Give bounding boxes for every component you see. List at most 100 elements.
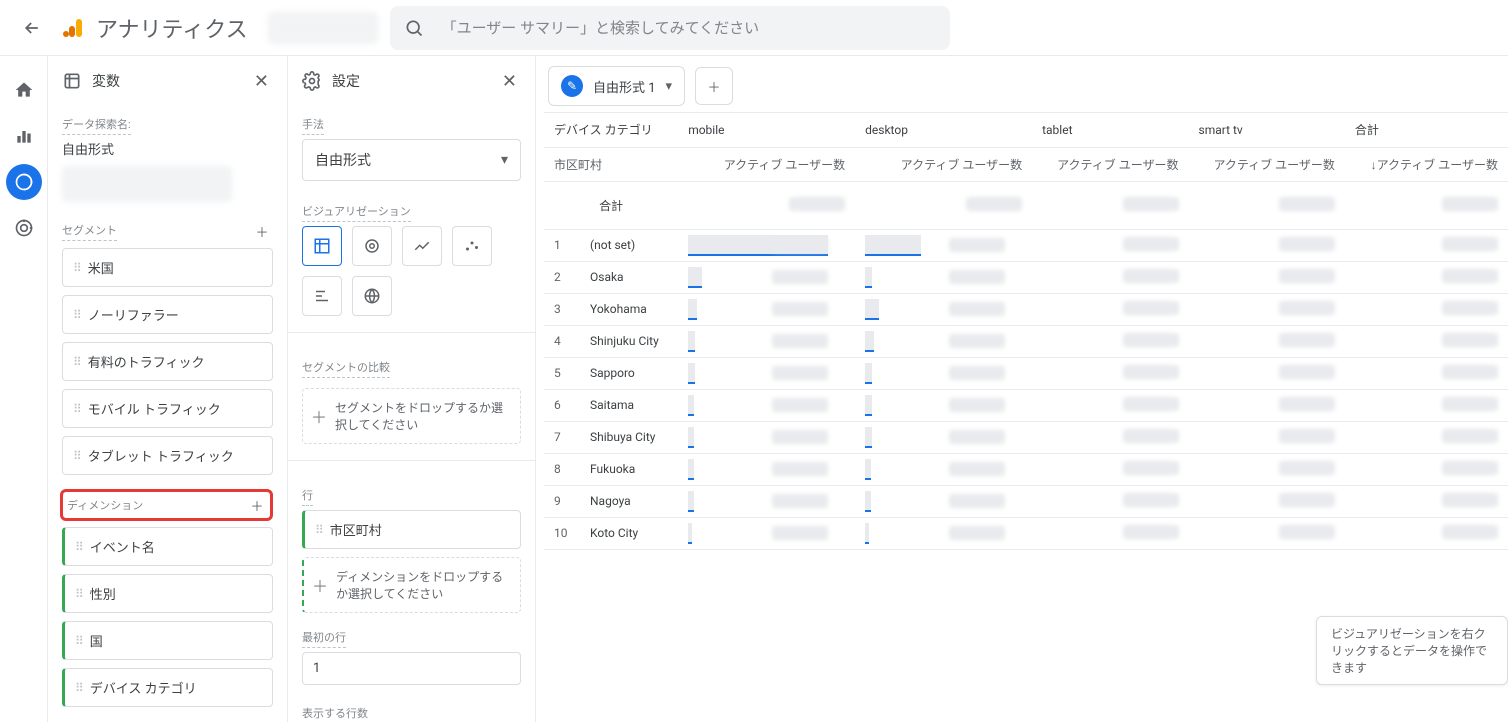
metric-tablet[interactable]: アクティブ ユーザー数 bbox=[1032, 147, 1188, 181]
segment-chip[interactable]: ⠿有料のトラフィック bbox=[62, 342, 273, 381]
table-row[interactable]: 6Saitama bbox=[544, 389, 1508, 421]
exploration-canvas: ✎ 自由形式 1 ▾ ＋ デバイス カテゴリ mobile desktop ta… bbox=[536, 56, 1508, 722]
viz-geo-button[interactable] bbox=[352, 276, 392, 316]
metric-total-sort[interactable]: ↓アクティブ ユーザー数 bbox=[1345, 147, 1508, 181]
add-dimension-button[interactable]: ＋ bbox=[246, 494, 268, 516]
col-city[interactable]: 市区町村 bbox=[544, 147, 678, 181]
cell-total bbox=[1345, 357, 1508, 389]
segments-label: セグメント bbox=[62, 222, 117, 241]
segment-chip-label: ノーリファラー bbox=[88, 305, 179, 324]
explore-name-label: データ探索名: bbox=[62, 116, 131, 135]
first-row-input[interactable]: 1 bbox=[302, 652, 521, 685]
explore-name-value[interactable]: 自由形式 bbox=[62, 139, 273, 158]
exploration-tab[interactable]: ✎ 自由形式 1 ▾ bbox=[548, 66, 685, 106]
metric-desktop[interactable]: アクティブ ユーザー数 bbox=[855, 147, 1032, 181]
canvas-hint-tooltip: ビジュアリゼーションを右クリックするとデータを操作できます bbox=[1316, 616, 1508, 685]
dimension-chip[interactable]: ⠿イベント名 bbox=[62, 527, 273, 566]
table-row[interactable]: 7Shibuya City bbox=[544, 421, 1508, 453]
cell-tablet bbox=[1032, 325, 1188, 357]
col-desktop[interactable]: desktop bbox=[855, 113, 1032, 147]
line-icon bbox=[413, 237, 431, 255]
viz-table-button[interactable] bbox=[302, 226, 342, 266]
variables-title: 変数 bbox=[92, 71, 120, 91]
viz-line-button[interactable] bbox=[402, 226, 442, 266]
row-dimension-dropzone[interactable]: ＋ ディメンションをドロップするか選択してください bbox=[302, 557, 521, 613]
col-smarttv[interactable]: smart tv bbox=[1189, 113, 1345, 147]
search-icon bbox=[404, 18, 424, 38]
technique-select[interactable]: 自由形式 ▾ bbox=[302, 139, 521, 181]
home-icon bbox=[14, 80, 34, 100]
nav-explore[interactable] bbox=[6, 164, 42, 200]
table-icon bbox=[313, 237, 331, 255]
cell-desktop bbox=[865, 331, 1005, 351]
segment-chip[interactable]: ⠿米国 bbox=[62, 248, 273, 287]
cell-total bbox=[1345, 421, 1508, 453]
row-city: Yokohama bbox=[580, 293, 678, 325]
total-desktop-value bbox=[966, 197, 1022, 211]
row-city: Saitama bbox=[580, 389, 678, 421]
nav-advertising[interactable] bbox=[6, 210, 42, 246]
account-selector[interactable] bbox=[268, 12, 378, 44]
dimension-chip[interactable]: ⠿性別 bbox=[62, 574, 273, 613]
viz-bar-button[interactable] bbox=[302, 276, 342, 316]
search-input[interactable]: 「ユーザー サマリー」と検索してみてください bbox=[390, 6, 950, 50]
col-tablet[interactable]: tablet bbox=[1032, 113, 1188, 147]
total-smarttv-value bbox=[1279, 197, 1335, 211]
segment-chip[interactable]: ⠿タブレット トラフィック bbox=[62, 436, 273, 475]
table-row[interactable]: 4Shinjuku City bbox=[544, 325, 1508, 357]
table-row[interactable]: 2Osaka bbox=[544, 261, 1508, 293]
viz-donut-button[interactable] bbox=[352, 226, 392, 266]
metric-mobile[interactable]: アクティブ ユーザー数 bbox=[678, 147, 855, 181]
table-row[interactable]: 9Nagoya bbox=[544, 485, 1508, 517]
target-icon bbox=[14, 218, 34, 238]
grip-icon: ⠿ bbox=[75, 587, 82, 601]
row-index: 9 bbox=[544, 485, 580, 517]
row-index: 4 bbox=[544, 325, 580, 357]
search-placeholder: 「ユーザー サマリー」と検索してみてください bbox=[442, 17, 760, 38]
total-mobile-value bbox=[789, 197, 845, 211]
segment-dropzone[interactable]: ＋ セグメントをドロップするか選択してください bbox=[302, 388, 521, 444]
cell-tablet bbox=[1032, 293, 1188, 325]
nav-reports[interactable] bbox=[6, 118, 42, 154]
table-row[interactable]: 1(not set) bbox=[544, 229, 1508, 261]
row-dimension-chip[interactable]: ⠿ 市区町村 bbox=[302, 510, 521, 549]
viz-scatter-button[interactable] bbox=[452, 226, 492, 266]
back-button[interactable] bbox=[12, 8, 52, 48]
left-nav bbox=[0, 56, 48, 722]
nav-home[interactable] bbox=[6, 72, 42, 108]
table-row[interactable]: 10Koto City bbox=[544, 517, 1508, 549]
table-row[interactable]: 5Sapporo bbox=[544, 357, 1508, 389]
product-name: アナリティクス bbox=[96, 12, 248, 44]
row-drop-text: ディメンションをドロップするか選択してください bbox=[336, 568, 512, 602]
col-device-category[interactable]: デバイス カテゴリ bbox=[544, 113, 678, 147]
col-mobile[interactable]: mobile bbox=[678, 113, 855, 147]
cell-desktop bbox=[865, 491, 1005, 511]
close-variables-button[interactable]: ✕ bbox=[250, 67, 273, 96]
add-dimension-highlight: ディメンション ＋ bbox=[60, 489, 273, 521]
dimension-chip-label: 国 bbox=[90, 631, 103, 650]
segment-chip[interactable]: ⠿ノーリファラー bbox=[62, 295, 273, 334]
viz-label: ビジュアリゼーション bbox=[302, 203, 411, 222]
col-total[interactable]: 合計 bbox=[1345, 113, 1508, 147]
dimension-chip[interactable]: ⠿デバイス カテゴリ bbox=[62, 668, 273, 707]
segment-chip[interactable]: ⠿モバイル トラフィック bbox=[62, 389, 273, 428]
metric-smarttv[interactable]: アクティブ ユーザー数 bbox=[1189, 147, 1345, 181]
settings-panel: 設定 ✕ 手法 自由形式 ▾ ビジュアリゼーション bbox=[288, 56, 536, 722]
table-row[interactable]: 3Yokohama bbox=[544, 293, 1508, 325]
close-settings-button[interactable]: ✕ bbox=[498, 67, 521, 96]
dimension-chip[interactable]: ⠿国 bbox=[62, 621, 273, 660]
add-segment-button[interactable]: ＋ bbox=[251, 220, 273, 242]
settings-title: 設定 bbox=[332, 71, 360, 91]
cell-tablet bbox=[1032, 389, 1188, 421]
rows-section-label: 行 bbox=[302, 487, 313, 506]
cell-smarttv bbox=[1189, 357, 1345, 389]
table-row[interactable]: 8Fukuoka bbox=[544, 453, 1508, 485]
grip-icon: ⠿ bbox=[315, 523, 322, 537]
total-row-label: 合計 bbox=[544, 181, 678, 229]
cell-total bbox=[1345, 517, 1508, 549]
dimension-chip-label: デバイス カテゴリ bbox=[90, 678, 197, 697]
grip-icon: ⠿ bbox=[75, 634, 82, 648]
add-tab-button[interactable]: ＋ bbox=[695, 67, 733, 105]
data-table[interactable]: デバイス カテゴリ mobile desktop tablet smart tv… bbox=[544, 113, 1508, 550]
date-range-selector[interactable] bbox=[62, 166, 232, 202]
